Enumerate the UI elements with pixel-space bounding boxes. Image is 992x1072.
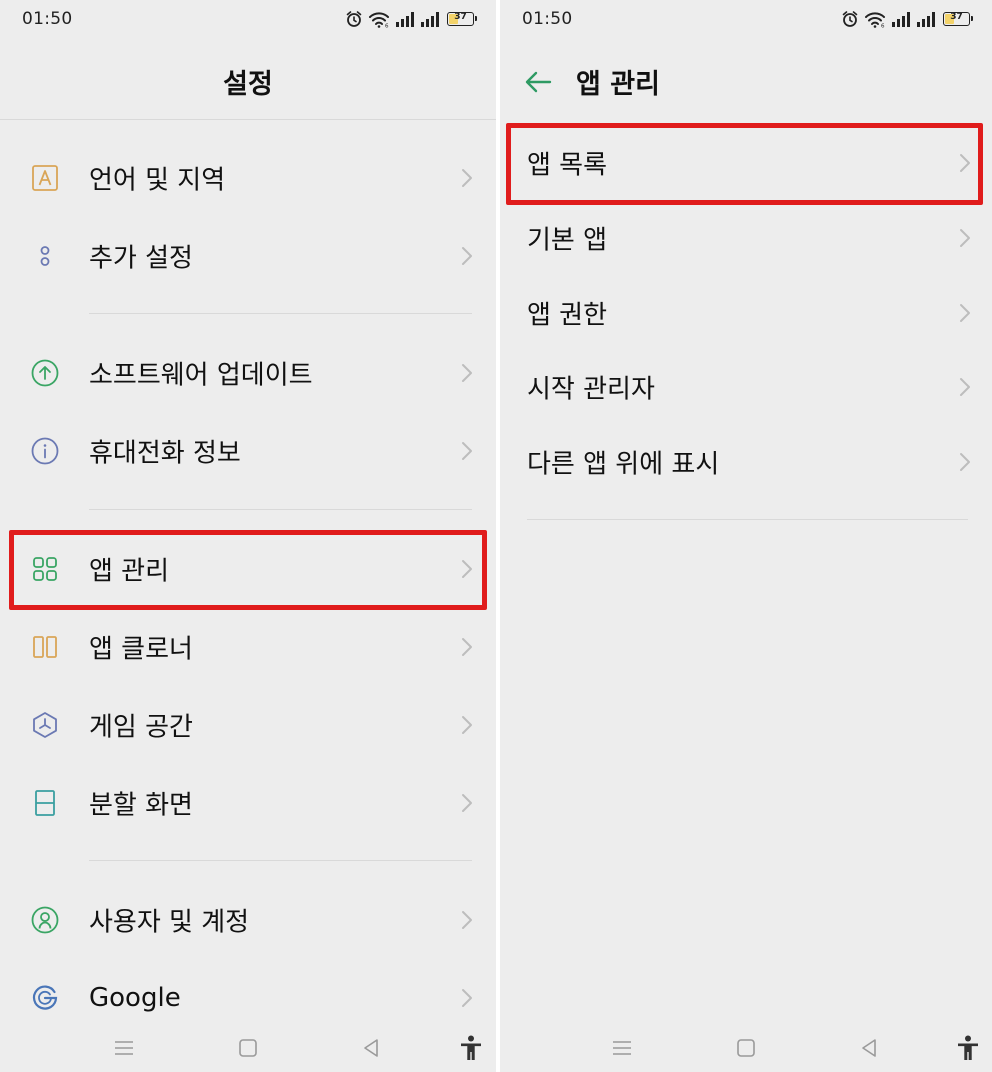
menu-icon[interactable] [110,1034,138,1062]
home-icon[interactable] [732,1034,760,1062]
app-management-item-default-apps[interactable]: 기본 앱 [500,202,992,274]
svg-text:6: 6 [385,24,389,29]
app-management-item-label: 앱 권한 [527,300,608,331]
settings-item-label: 사용자 및 계정 [89,907,250,938]
app-cloner-icon [28,630,62,664]
chevron-right-icon [462,247,472,265]
battery-icon: 37 [943,12,973,26]
additional-settings-icon [28,239,62,273]
app-management-screen: 01:50 6 37 앱 관리 앱 목록 기본 앱 앱 권한 시작 관리자 다른… [500,0,992,1072]
battery-level: 37 [950,12,963,22]
google-icon [28,981,62,1015]
settings-item-app-cloner[interactable]: 앱 클로너 [0,611,496,683]
chevron-right-icon [960,453,970,471]
settings-item-phone-info[interactable]: 휴대전화 정보 [0,415,496,487]
settings-item-additional-settings[interactable]: 추가 설정 [0,220,496,292]
chevron-right-icon [462,794,472,812]
status-time: 01:50 [522,9,573,29]
signal-icon-2 [421,12,439,27]
accessibility-icon[interactable] [954,1034,982,1062]
settings-item-label: 언어 및 지역 [89,165,226,196]
app-management-item-app-list[interactable]: 앱 목록 [500,127,992,199]
status-icons: 6 37 [841,9,973,29]
back-icon[interactable] [855,1034,883,1062]
app-management-item-label: 기본 앱 [527,225,608,256]
app-management-item-label: 다른 앱 위에 표시 [527,449,720,480]
status-time: 01:50 [22,9,73,29]
settings-item-user-account[interactable]: 사용자 및 계정 [0,884,496,956]
signal-icon-1 [396,12,414,27]
wifi-icon: 6 [369,12,389,29]
app-management-item-display-over-apps[interactable]: 다른 앱 위에 표시 [500,426,992,498]
alarm-icon [842,11,858,27]
settings-item-label: 게임 공간 [89,712,193,743]
settings-item-game-space[interactable]: 게임 공간 [0,689,496,761]
settings-item-app-management[interactable]: 앱 관리 [0,533,496,605]
app-management-item-startup-manager[interactable]: 시작 관리자 [500,351,992,423]
chevron-right-icon [960,378,970,396]
settings-item-language[interactable]: 언어 및 지역 [0,142,496,214]
page-title: 설정 [223,69,273,100]
section-divider [89,860,472,861]
software-update-icon [28,356,62,390]
section-divider [89,313,472,314]
home-icon[interactable] [234,1034,262,1062]
settings-item-software-update[interactable]: 소프트웨어 업데이트 [0,337,496,409]
alarm-icon [346,11,362,27]
settings-item-split-screen[interactable]: 분할 화면 [0,767,496,839]
app-management-item-label: 시작 관리자 [527,374,655,405]
settings-item-label: Google [89,983,181,1013]
app-management-item-label: 앱 목록 [527,150,608,181]
chevron-right-icon [462,169,472,187]
chevron-right-icon [462,989,472,1007]
settings-item-label: 추가 설정 [89,243,193,274]
chevron-right-icon [462,442,472,460]
signal-icon-2 [917,12,935,27]
settings-item-label: 앱 클로너 [89,634,193,665]
header-divider [0,119,496,120]
settings-screen: 01:50 6 37 설정 언어 및 지역 추가 설정 소프트웨어 업데이트 휴… [0,0,496,1072]
app-grid-icon [28,552,62,586]
signal-icon-1 [892,12,910,27]
info-icon [28,434,62,468]
chevron-right-icon [960,304,970,322]
chevron-right-icon [462,911,472,929]
chevron-right-icon [462,560,472,578]
settings-item-label: 앱 관리 [89,556,170,587]
page-title: 앱 관리 [576,69,660,100]
chevron-right-icon [960,229,970,247]
battery-icon: 37 [447,12,477,26]
status-bar: 01:50 6 37 [0,0,496,38]
chevron-right-icon [462,364,472,382]
battery-level: 37 [454,12,467,22]
section-divider [527,519,968,520]
chevron-right-icon [960,154,970,172]
app-management-item-app-permissions[interactable]: 앱 권한 [500,277,992,349]
settings-item-label: 소프트웨어 업데이트 [89,360,313,391]
menu-icon[interactable] [608,1034,636,1062]
chevron-right-icon [462,638,472,656]
svg-text:6: 6 [881,24,885,29]
split-screen-icon [28,786,62,820]
back-icon[interactable] [357,1034,385,1062]
game-space-icon [28,708,62,742]
back-arrow-icon[interactable] [522,66,554,98]
accessibility-icon[interactable] [457,1034,485,1062]
language-icon [28,161,62,195]
section-divider [89,509,472,510]
settings-item-label: 휴대전화 정보 [89,438,241,469]
wifi-icon: 6 [865,12,885,29]
user-account-icon [28,903,62,937]
status-bar: 01:50 6 37 [500,0,992,38]
chevron-right-icon [462,716,472,734]
status-icons: 6 37 [345,9,477,29]
navigation-bar [0,1022,496,1072]
settings-item-label: 분할 화면 [89,790,193,821]
navigation-bar [500,1022,992,1072]
